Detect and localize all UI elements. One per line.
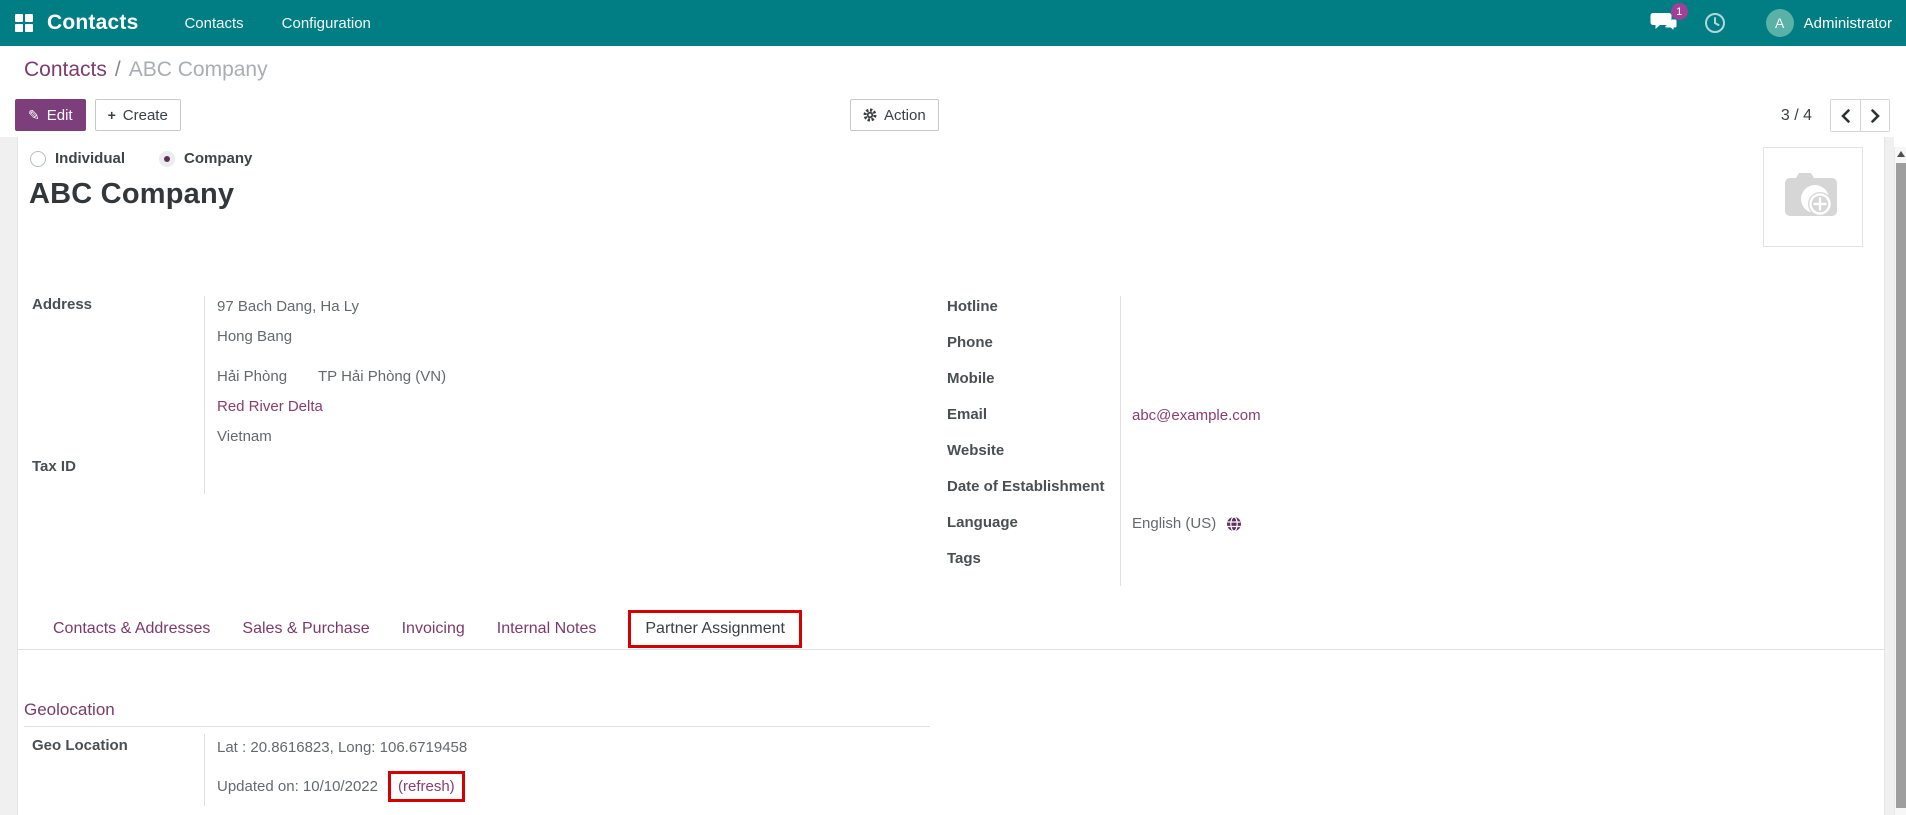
app-title: Contacts (47, 11, 139, 34)
company-type-selector: Individual Company (30, 150, 252, 167)
email-value[interactable]: abc@example.com (1132, 407, 1261, 424)
address-label: Address (32, 296, 93, 313)
edit-button[interactable]: ✎ Edit (15, 99, 86, 131)
address-region-link[interactable]: Red River Delta (217, 398, 323, 415)
action-button[interactable]: Action (850, 99, 939, 131)
plus-icon: + (107, 107, 116, 123)
record-title: ABC Company (29, 178, 235, 210)
messages-badge: 1 (1670, 3, 1688, 20)
globe-icon[interactable] (1226, 515, 1242, 532)
mobile-label: Mobile (947, 370, 995, 387)
breadcrumb-current: ABC Company (128, 58, 268, 81)
page-background-right (1884, 137, 1894, 815)
address-street: 97 Bach Dang, Ha Ly (217, 298, 360, 315)
top-navbar: Contacts Contacts Configuration 1 A Admi… (0, 0, 1906, 46)
geolocation-section-title: Geolocation (24, 700, 115, 719)
tab-sales-purchase[interactable]: Sales & Purchase (242, 620, 369, 638)
menu-contacts[interactable]: Contacts (184, 15, 243, 32)
pager-next-button[interactable] (1860, 100, 1889, 131)
geo-refresh-link[interactable]: (refresh) (398, 778, 455, 795)
camera-add-icon (1785, 173, 1837, 216)
address-country: Vietnam (217, 428, 272, 445)
scroll-up-arrow-icon[interactable] (1897, 151, 1905, 157)
radio-company[interactable] (159, 150, 176, 167)
breadcrumb-separator: / (114, 58, 121, 81)
tab-invoicing[interactable]: Invoicing (402, 620, 465, 638)
language-value: English (US) (1132, 515, 1217, 532)
create-button[interactable]: + Create (94, 99, 181, 131)
address-state: TP Hải Phòng (VN) (318, 368, 447, 385)
tab-contacts-addresses[interactable]: Contacts & Addresses (53, 620, 210, 638)
geo-location-label: Geo Location (32, 737, 128, 754)
geolocation-divider (24, 726, 930, 727)
tags-label: Tags (947, 550, 981, 567)
language-label: Language (947, 514, 1018, 531)
vertical-scrollbar[interactable] (1894, 147, 1906, 815)
scrollbar-thumb[interactable] (1896, 163, 1906, 808)
address-street2: Hong Bang (217, 328, 293, 345)
language-value-row: English (US) (1132, 515, 1242, 532)
right-group-separator (1120, 296, 1121, 586)
breadcrumb-parent-link[interactable]: Contacts (24, 58, 107, 81)
user-name[interactable]: Administrator (1804, 15, 1892, 32)
email-label: Email (947, 406, 988, 423)
page-background-left (0, 137, 18, 815)
chevron-right-icon (1870, 108, 1880, 123)
pager-previous-button[interactable] (1831, 100, 1860, 131)
pencil-icon: ✎ (28, 106, 40, 123)
radio-company-label: Company (184, 150, 253, 167)
phone-label: Phone (947, 334, 993, 351)
geo-group-separator (204, 734, 205, 806)
address-city: Hải Phòng (217, 368, 288, 385)
chevron-left-icon (1841, 108, 1850, 123)
tax-id-label: Tax ID (32, 458, 76, 475)
notebook-tabs: Contacts & Addresses Sales & Purchase In… (18, 609, 1884, 650)
left-group-separator (204, 296, 205, 494)
breadcrumb: Contacts / ABC Company (24, 58, 268, 82)
date-of-establishment-label: Date of Establishment (947, 478, 1105, 495)
gear-icon (863, 108, 877, 122)
pager-value: 3 / 4 (1780, 106, 1812, 124)
geo-coordinates: Lat : 20.8616823, Long: 106.6719458 (217, 739, 468, 756)
annotation-box-refresh: (refresh) (387, 771, 465, 802)
tab-internal-notes[interactable]: Internal Notes (497, 620, 597, 638)
user-avatar[interactable]: A (1765, 9, 1794, 37)
apps-grid-icon[interactable] (15, 14, 33, 32)
activities-clock-icon[interactable] (1704, 12, 1726, 34)
hotline-label: Hotline (947, 298, 998, 315)
website-label: Website (947, 442, 1005, 459)
company-photo-placeholder[interactable] (1763, 147, 1863, 247)
pager: 3 / 4 (1781, 99, 1890, 132)
annotation-box-partner-assignment: Partner Assignment (628, 610, 802, 648)
geo-updated-text: Updated on: 10/10/2022 (217, 778, 378, 795)
menu-configuration[interactable]: Configuration (282, 15, 371, 32)
radio-individual[interactable] (30, 150, 46, 167)
radio-individual-label: Individual (55, 150, 126, 167)
tab-partner-assignment[interactable]: Partner Assignment (645, 620, 785, 637)
messages-button[interactable]: 1 (1650, 3, 1688, 36)
